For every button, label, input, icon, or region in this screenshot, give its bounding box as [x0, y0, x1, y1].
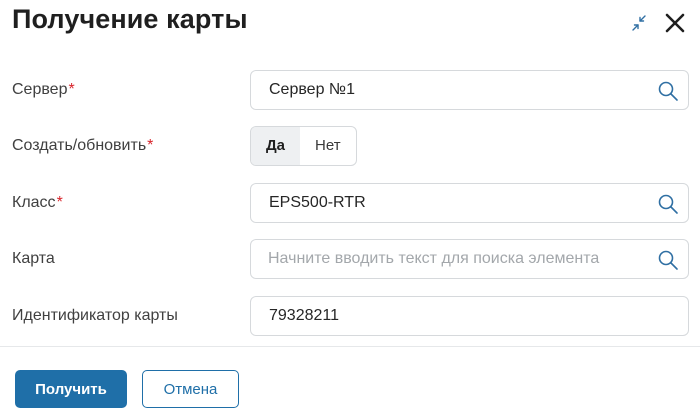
card-row: Карта [0, 239, 700, 279]
card-id-row: Идентификатор карты 79328211 [0, 296, 700, 336]
class-label: Класс* [12, 194, 63, 211]
card-label: Карта [12, 250, 55, 267]
class-row: Класс* EPS500-RTR [0, 183, 700, 223]
server-field[interactable]: Сервер №1 [250, 70, 689, 110]
required-mark: * [68, 81, 75, 98]
dialog-title: Получение карты [12, 4, 248, 34]
card-id-value: 79328211 [269, 307, 339, 324]
toggle-option-yes[interactable]: Да [251, 127, 301, 165]
class-value: EPS500-RTR [269, 194, 366, 211]
server-label: Сервер* [12, 81, 75, 98]
create-update-row: Создать/обновить* Да Нет [0, 126, 700, 166]
search-icon[interactable] [657, 249, 679, 271]
server-row: Сервер* Сервер №1 [0, 70, 700, 110]
create-update-toggle: Да Нет [250, 126, 357, 166]
card-id-field[interactable]: 79328211 [250, 296, 689, 336]
close-icon[interactable] [662, 10, 688, 36]
card-id-label: Идентификатор карты [12, 307, 178, 324]
search-icon[interactable] [657, 193, 679, 215]
collapse-arrows-icon[interactable] [626, 10, 652, 36]
footer-divider [0, 346, 700, 347]
card-field [250, 239, 689, 279]
get-button[interactable]: Получить [15, 370, 127, 408]
dialog-header-actions [626, 10, 688, 36]
card-search-input[interactable] [268, 240, 638, 278]
get-card-dialog: Получение карты Сервер* Сервер №1 Создат… [0, 0, 700, 420]
create-update-label: Создать/обновить* [12, 137, 154, 154]
toggle-option-no[interactable]: Нет [300, 127, 356, 165]
cancel-button[interactable]: Отмена [142, 370, 239, 408]
required-mark: * [56, 194, 63, 211]
class-field[interactable]: EPS500-RTR [250, 183, 689, 223]
search-icon[interactable] [657, 80, 679, 102]
server-value: Сервер №1 [269, 81, 355, 98]
required-mark: * [147, 137, 154, 154]
